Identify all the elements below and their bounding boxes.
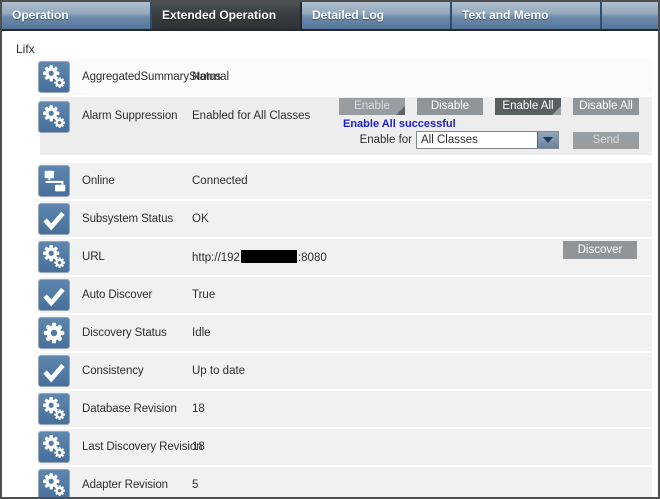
enable-for-label: Enable for	[336, 134, 412, 146]
row-value: Enabled for All Classes	[192, 110, 310, 122]
dropdown-selected-value: All Classes	[421, 132, 478, 148]
row-discovery-status: Discovery Status Idle	[40, 315, 652, 351]
discover-button[interactable]: Discover	[563, 241, 637, 259]
gears-icon	[38, 469, 70, 499]
property-rows: AggregatedSummaryStatus Normal Alarm Sup…	[40, 59, 652, 499]
row-value: Idle	[192, 327, 211, 339]
row-value: Normal	[192, 71, 229, 83]
row-label: Auto Discover	[82, 289, 152, 301]
send-button[interactable]: Send	[573, 132, 639, 149]
tab-bar: Operation Extended Operation Detailed Lo…	[2, 2, 658, 31]
row-value: 18	[192, 441, 205, 453]
gears-icon	[38, 101, 70, 133]
row-adapter-revision: Adapter Revision 5	[40, 467, 652, 499]
chevron-down-icon[interactable]	[537, 132, 558, 148]
row-value: Connected	[192, 175, 248, 187]
row-label: Online	[82, 175, 115, 187]
row-label: Discovery Status	[82, 327, 167, 339]
row-url: URL http://192:8080 Discover	[40, 239, 652, 275]
row-aggregated-summary-status: AggregatedSummaryStatus Normal	[40, 59, 652, 95]
row-value: OK	[192, 213, 209, 225]
row-value: 5	[192, 479, 198, 491]
disable-button[interactable]: Disable	[417, 98, 483, 115]
row-last-discovery-revision: Last Discovery Revision 18	[40, 429, 652, 465]
gears-icon	[38, 241, 70, 273]
enable-all-button[interactable]: Enable All	[495, 98, 561, 115]
disable-all-button[interactable]: Disable All	[573, 98, 639, 115]
gears-icon	[38, 431, 70, 463]
row-label: Adapter Revision	[82, 479, 168, 491]
row-auto-discover: Auto Discover True	[40, 277, 652, 313]
gear-icon	[38, 317, 70, 349]
row-subsystem-status: Subsystem Status OK	[40, 201, 652, 237]
check-icon	[38, 203, 70, 235]
row-label: Last Discovery Revision	[82, 441, 202, 453]
url-value: http://192:8080	[192, 250, 327, 264]
row-database-revision: Database Revision 18	[40, 391, 652, 427]
enable-button[interactable]: Enable	[339, 98, 405, 115]
enable-all-successful-link[interactable]: Enable All successful	[343, 118, 456, 130]
redaction-box	[241, 250, 297, 263]
row-label: URL	[82, 251, 105, 263]
extended-operation-window: Operation Extended Operation Detailed Lo…	[0, 0, 660, 499]
gears-icon	[38, 393, 70, 425]
gears-icon	[38, 61, 70, 93]
page-title: Lifx	[16, 42, 35, 56]
check-icon	[38, 355, 70, 387]
check-icon	[38, 279, 70, 311]
row-online: Online Connected	[40, 163, 652, 199]
tab-detailed-log[interactable]: Detailed Log	[302, 2, 452, 29]
enable-for-dropdown[interactable]: All Classes	[416, 131, 559, 149]
row-label: Consistency	[82, 365, 144, 377]
row-label: Database Revision	[82, 403, 177, 415]
tab-extended-operation[interactable]: Extended Operation	[152, 2, 302, 29]
row-value: 18	[192, 403, 205, 415]
tab-operation[interactable]: Operation	[2, 2, 152, 29]
row-label: Alarm Suppression	[82, 110, 177, 122]
row-alarm-suppression: Alarm Suppression Enabled for All Classe…	[40, 97, 652, 155]
network-icon	[38, 165, 70, 197]
row-consistency: Consistency Up to date	[40, 353, 652, 389]
tab-text-and-memo[interactable]: Text and Memo	[452, 2, 602, 29]
row-value: Up to date	[192, 365, 245, 377]
row-value: True	[192, 289, 215, 301]
row-label: Subsystem Status	[82, 213, 173, 225]
